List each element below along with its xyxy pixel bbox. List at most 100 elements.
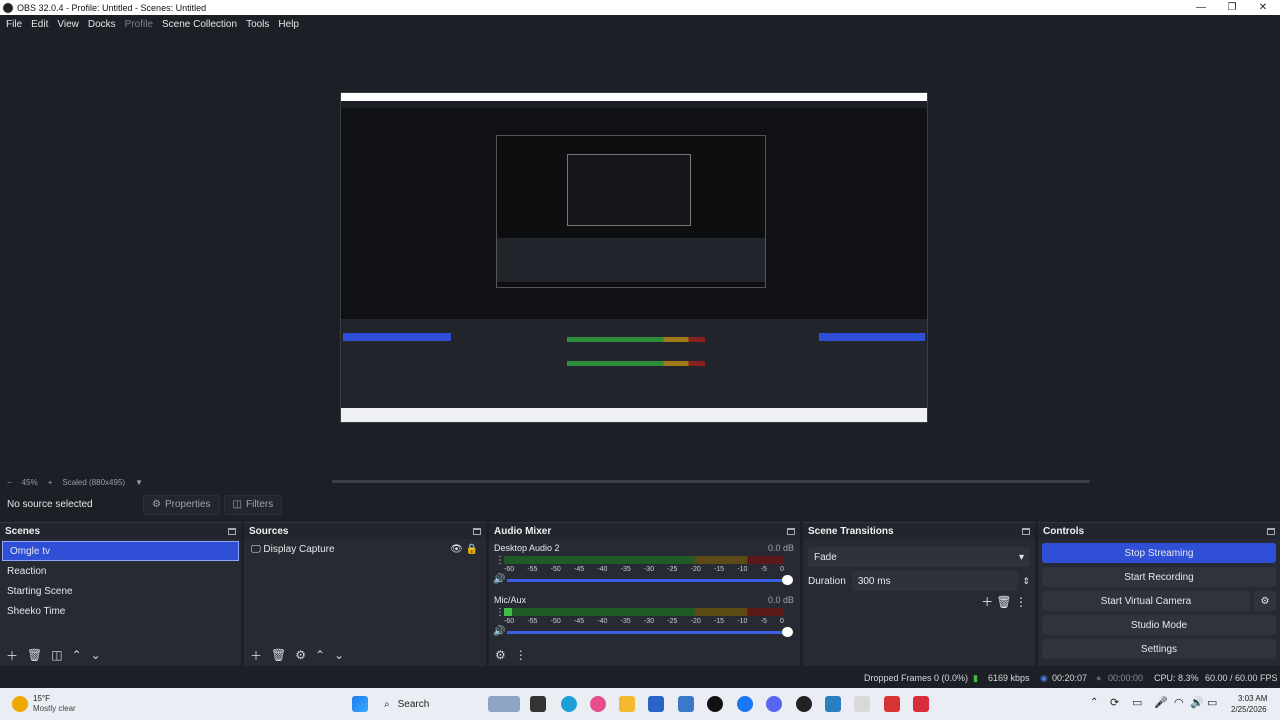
speaker-icon[interactable]: 🔊	[493, 626, 505, 637]
trash-icon[interactable]: 🗑	[996, 595, 1011, 609]
obs-icon[interactable]	[796, 696, 812, 712]
meter-tick-label: -45	[573, 566, 585, 573]
stop-streaming-button[interactable]: Stop Streaming	[1042, 543, 1276, 563]
move-down-icon[interactable]: ⌄	[91, 648, 101, 662]
menu-file[interactable]: File	[6, 19, 22, 30]
edge-icon[interactable]	[561, 696, 577, 712]
mail-icon[interactable]	[678, 696, 694, 712]
scene-item[interactable]: Omgle tv	[2, 541, 239, 561]
zoom-in-button[interactable]: +	[48, 478, 53, 487]
volume-slider[interactable]	[507, 575, 793, 585]
sync-icon[interactable]: ⟳	[1110, 696, 1119, 709]
weather-icon[interactable]	[12, 696, 28, 712]
menu-profile[interactable]: Profile	[125, 19, 153, 30]
menu-edit[interactable]: Edit	[31, 19, 48, 30]
copilot-icon[interactable]	[590, 696, 606, 712]
clock-time[interactable]: 3:03 AM	[1238, 694, 1267, 703]
menu-docks[interactable]: Docks	[88, 19, 116, 30]
stepper-icon[interactable]: ⇕	[1022, 576, 1030, 587]
meter-tick-label: -60	[504, 566, 515, 573]
scene-item[interactable]: Sheeko Time	[0, 601, 241, 621]
kebab-menu-icon[interactable]: ⋮	[1015, 595, 1027, 609]
tiktok-icon[interactable]	[707, 696, 723, 712]
undock-icon[interactable]	[473, 527, 481, 535]
scene-item[interactable]: Starting Scene	[0, 581, 241, 601]
menu-tools[interactable]: Tools	[246, 19, 269, 30]
lock-icon[interactable]: 🔒	[466, 544, 478, 555]
move-up-icon[interactable]: ⌃	[72, 648, 82, 662]
menu-scene-collection[interactable]: Scene Collection	[162, 19, 237, 30]
bitrate: 6169 kbps	[988, 673, 1030, 683]
filters-button[interactable]: ◫ Filters	[223, 494, 283, 515]
trash-icon[interactable]: 🗑	[271, 648, 286, 662]
wifi-icon[interactable]: ◠	[1174, 696, 1184, 709]
move-up-icon[interactable]: ⌃	[315, 648, 325, 662]
eye-icon[interactable]: 👁	[450, 544, 463, 555]
duration-input[interactable]: 300 ms	[851, 571, 1019, 591]
preview-area	[0, 33, 1280, 475]
store-icon[interactable]	[648, 696, 664, 712]
volume-slider-handle[interactable]	[782, 627, 793, 637]
widgets-icon[interactable]	[488, 696, 520, 712]
display-icon[interactable]: ▭	[1132, 696, 1142, 709]
volume-meter	[504, 556, 784, 564]
undock-icon[interactable]	[1022, 527, 1030, 535]
zoom-out-button[interactable]: −	[7, 478, 12, 487]
microphone-icon[interactable]: 🎤	[1154, 696, 1168, 709]
source-item[interactable]: 🖵 Display Capture 👁 🔒	[244, 539, 486, 559]
app-icon[interactable]	[884, 696, 900, 712]
zoom-level: 45%	[21, 477, 38, 487]
program-preview[interactable]	[340, 92, 928, 423]
app-icon[interactable]	[913, 696, 929, 712]
meter-tick-label: -60	[504, 618, 515, 625]
windows-start-icon[interactable]	[352, 696, 368, 712]
preview-scrollbar[interactable]	[332, 480, 1090, 483]
move-down-icon[interactable]: ⌄	[334, 648, 344, 662]
transition-select[interactable]: Fade ▾	[808, 547, 1030, 567]
app-icon[interactable]	[854, 696, 870, 712]
volume-icon[interactable]: 🔊	[1190, 696, 1204, 709]
trash-icon[interactable]: 🗑	[27, 648, 42, 662]
undock-icon[interactable]	[228, 527, 236, 535]
close-icon[interactable]: ✕	[1248, 0, 1278, 15]
vpn-icon[interactable]	[825, 696, 841, 712]
settings-button[interactable]: Settings	[1042, 639, 1276, 659]
volume-slider[interactable]	[507, 627, 793, 637]
add-icon[interactable]: ＋	[250, 647, 262, 664]
menu-help[interactable]: Help	[278, 19, 299, 30]
minimize-icon[interactable]: —	[1186, 0, 1216, 15]
gear-icon[interactable]: ⚙	[1254, 591, 1276, 611]
add-icon[interactable]: ＋	[6, 647, 18, 664]
menu-view[interactable]: View	[57, 19, 79, 30]
file-explorer-icon[interactable]	[619, 696, 635, 712]
start-recording-button[interactable]: Start Recording	[1042, 567, 1276, 587]
task-view-icon[interactable]	[530, 696, 546, 712]
restore-icon[interactable]: ❐	[1217, 0, 1247, 15]
gear-icon[interactable]: ⚙	[295, 648, 306, 662]
volume-slider-handle[interactable]	[782, 575, 793, 585]
discord-icon[interactable]	[766, 696, 782, 712]
preview-nested-menubar	[341, 101, 927, 108]
chevron-up-icon[interactable]: ⌃	[1090, 697, 1098, 708]
scene-item[interactable]: Reaction	[0, 561, 241, 581]
filter-icon[interactable]: ◫	[51, 648, 62, 662]
undock-icon[interactable]	[787, 527, 795, 535]
undock-icon[interactable]	[1267, 527, 1275, 535]
properties-button[interactable]: ⚙ Properties	[143, 494, 220, 515]
taskbar-search[interactable]: ⌕ Search	[378, 695, 478, 713]
sources-dock: Sources 🖵 Display Capture 👁 🔒 ＋ 🗑 ⚙ ⌃ ⌄	[244, 522, 486, 666]
start-virtual-camera-button[interactable]: Start Virtual Camera	[1042, 591, 1250, 611]
battery-icon[interactable]: ▭	[1207, 696, 1217, 709]
studio-mode-button[interactable]: Studio Mode	[1042, 615, 1276, 635]
clock-date[interactable]: 2/25/2026	[1231, 705, 1267, 714]
chevron-down-icon[interactable]: ▼	[135, 478, 143, 487]
window-titlebar: OBS 32.0.4 - Profile: Untitled - Scenes:…	[0, 0, 1280, 15]
advanced-audio-icon[interactable]: ⚙	[495, 648, 506, 662]
add-icon[interactable]: ＋	[981, 595, 993, 609]
facebook-icon[interactable]	[737, 696, 753, 712]
kebab-menu-icon[interactable]: ⋮	[515, 648, 527, 662]
status-bar: Dropped Frames 0 (0.0%) ▮ 6169 kbps ◉ 00…	[0, 668, 1280, 688]
controls-dock: Controls Stop Streaming Start Recording …	[1038, 522, 1280, 666]
speaker-icon[interactable]: 🔊	[493, 574, 505, 585]
record-time: 00:00:00	[1108, 673, 1144, 683]
